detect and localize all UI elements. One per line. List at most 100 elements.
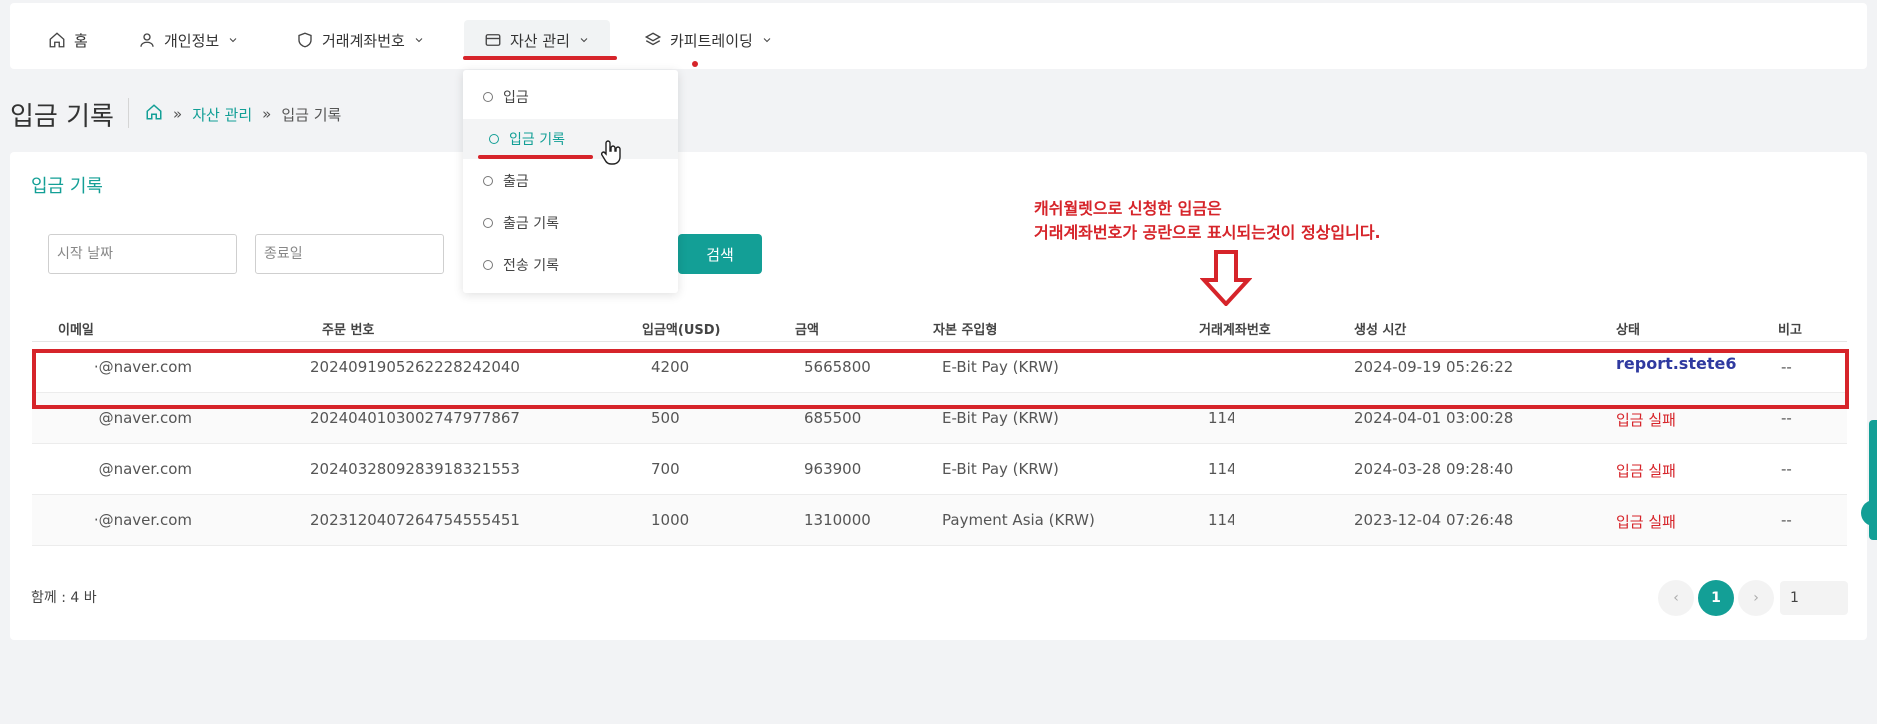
table-row[interactable]: ·@naver.com 20240919052622282420​40 4200… xyxy=(32,342,1847,393)
start-date-input[interactable] xyxy=(48,234,237,274)
nav-account[interactable]: 거래계좌번호 xyxy=(296,25,425,55)
nav-home-label: 홈 xyxy=(74,31,88,50)
cell-email: ·@naver.com xyxy=(93,511,192,529)
cell-type: E-Bit Pay (KRW) xyxy=(942,460,1059,478)
cell-amount: 5665800 xyxy=(804,358,871,376)
page-jump-input[interactable] xyxy=(1780,581,1848,615)
breadcrumb-home-icon[interactable] xyxy=(145,103,163,125)
chevron-down-icon xyxy=(415,38,423,43)
circle-icon xyxy=(483,92,493,102)
annotation-underline xyxy=(478,155,593,159)
chevron-down-icon xyxy=(763,38,771,43)
end-date-input[interactable] xyxy=(255,234,444,274)
card-title: 입금 기록 xyxy=(31,176,103,197)
circle-icon xyxy=(483,260,493,270)
deposit-table: 이메일 주문 번호 입금액(USD) 금액 자본 주입형 거래계좌번호 생성 시… xyxy=(32,312,1847,546)
circle-icon xyxy=(483,176,493,186)
cell-usd: 500 xyxy=(651,409,680,427)
breadcrumb-separator: » xyxy=(173,105,183,123)
deposit-history-card: 입금 기록 검색 캐쉬월렛으로 신청한 입금은 거래계좌번호가 공란으로 표시되… xyxy=(10,152,1867,640)
hand-cursor-icon xyxy=(601,140,621,165)
cell-order: 2023120407264754555451 xyxy=(310,511,520,529)
cell-order: 20240919052622282420​40 xyxy=(310,358,520,376)
nav-asset[interactable]: 자산 관리 xyxy=(464,20,610,60)
header-email: 이메일 xyxy=(58,323,94,338)
pagination-next-button[interactable]: › xyxy=(1738,580,1774,616)
home-icon xyxy=(49,32,65,48)
arrow-down-icon xyxy=(1200,250,1252,306)
cell-time: 2024-03-28 09:28:40 xyxy=(1354,460,1514,478)
cell-email: ·@naver.com xyxy=(93,358,192,376)
table-row[interactable]: @naver.com 2024032809283918321553 700 96… xyxy=(32,444,1847,495)
dropdown-item-transfer-history[interactable]: 전송 기록 xyxy=(463,245,678,285)
pagination-page-1[interactable]: 1 xyxy=(1698,580,1734,616)
nav-personal[interactable]: 개인정보 xyxy=(138,25,239,55)
nav-personal-label: 개인정보 xyxy=(164,31,220,50)
table-row[interactable]: ·@naver.com 2023120407264754555451 1000 … xyxy=(32,495,1847,546)
search-button[interactable]: 검색 xyxy=(678,234,762,274)
cell-amount: 963900 xyxy=(804,460,862,478)
cell-note: -- xyxy=(1781,409,1792,427)
breadcrumb-parent-link[interactable]: 자산 관리 xyxy=(192,104,252,125)
nav-home[interactable]: 홈 xyxy=(48,25,88,55)
top-navigation: 홈 개인정보 거래계좌번호 자산 관리 카피트레이딩 xyxy=(10,3,1867,69)
cell-time: 2024-04-01 03:00:28 xyxy=(1354,409,1514,427)
dropdown-item-withdraw[interactable]: 출금 xyxy=(463,161,678,201)
cell-status: report.stete6 xyxy=(1616,354,1737,373)
header-account: 거래계좌번호 xyxy=(1199,323,1271,338)
cell-status: 입금 실패 xyxy=(1616,513,1676,531)
dropdown-item-deposit[interactable]: 입금 xyxy=(463,77,678,117)
table-row[interactable]: @naver.com 2024040103002747977867 500 68… xyxy=(32,393,1847,444)
cell-type: E-Bit Pay (KRW) xyxy=(942,358,1059,376)
header-order: 주문 번호 xyxy=(322,323,375,338)
dropdown-item-withdraw-history[interactable]: 출금 기록 xyxy=(463,203,678,243)
cell-order: 2024040103002747977867 xyxy=(310,409,520,427)
breadcrumb-separator: » xyxy=(262,105,272,123)
cell-amount: 1310000 xyxy=(804,511,871,529)
cell-order: 2024032809283918321553 xyxy=(310,460,520,478)
table-header: 이메일 주문 번호 입금액(USD) 금액 자본 주입형 거래계좌번호 생성 시… xyxy=(32,312,1847,342)
header-status: 상태 xyxy=(1616,323,1640,338)
title-divider xyxy=(128,98,129,128)
dropdown-item-label: 입금 xyxy=(503,90,529,106)
annotation-note: 캐쉬월렛으로 신청한 입금은 거래계좌번호가 공란으로 표시되는것이 정상입니다… xyxy=(1034,197,1381,245)
annotation-line-2: 거래계좌번호가 공란으로 표시되는것이 정상입니다. xyxy=(1034,223,1381,242)
cell-time: 2024-09-19 05:26:22 xyxy=(1354,358,1514,376)
nav-copy[interactable]: 카피트레이딩 xyxy=(644,25,773,55)
cell-usd: 700 xyxy=(651,460,680,478)
cell-type: E-Bit Pay (KRW) xyxy=(942,409,1059,427)
dropdown-item-label: 출금 기록 xyxy=(503,216,559,232)
cell-account: 114 xyxy=(1208,460,1234,478)
circle-icon xyxy=(489,134,499,144)
header-usd: 입금액(USD) xyxy=(642,323,721,338)
annotation-underline xyxy=(463,56,617,60)
pagination-prev-button[interactable]: ‹ xyxy=(1658,580,1694,616)
cell-note: -- xyxy=(1781,460,1792,478)
dropdown-item-label: 전송 기록 xyxy=(503,258,559,274)
nav-copy-label: 카피트레이딩 xyxy=(670,31,753,50)
breadcrumb-current: 입금 기록 xyxy=(281,105,342,124)
cell-usd: 4200 xyxy=(651,358,690,376)
chevron-down-icon xyxy=(580,38,588,43)
cell-email: @naver.com xyxy=(98,460,192,478)
nav-asset-label: 자산 관리 xyxy=(510,31,570,50)
header-note: 비고 xyxy=(1778,323,1802,338)
cell-time: 2023-12-04 07:26:48 xyxy=(1354,511,1514,529)
nav-account-label: 거래계좌번호 xyxy=(322,31,405,50)
cell-status: 입금 실패 xyxy=(1616,411,1676,429)
cell-note: -- xyxy=(1781,358,1792,376)
wallet-icon xyxy=(485,34,501,46)
user-icon xyxy=(140,33,154,47)
dropdown-item-label: 출금 xyxy=(503,174,529,190)
shield-icon xyxy=(298,32,312,48)
dropdown-item-deposit-history[interactable]: 입금 기록 xyxy=(463,119,678,159)
cell-account: 114 xyxy=(1208,511,1234,529)
cell-usd: 1000 xyxy=(651,511,690,529)
cell-email: @naver.com xyxy=(98,409,192,427)
header-amount: 금액 xyxy=(795,323,819,338)
cell-type: Payment Asia (KRW) xyxy=(942,511,1095,529)
circle-icon xyxy=(483,218,493,228)
total-count: 함께 : 4 바 xyxy=(31,590,97,606)
header-time: 생성 시간 xyxy=(1354,323,1407,338)
header-type: 자본 주입형 xyxy=(933,323,998,338)
